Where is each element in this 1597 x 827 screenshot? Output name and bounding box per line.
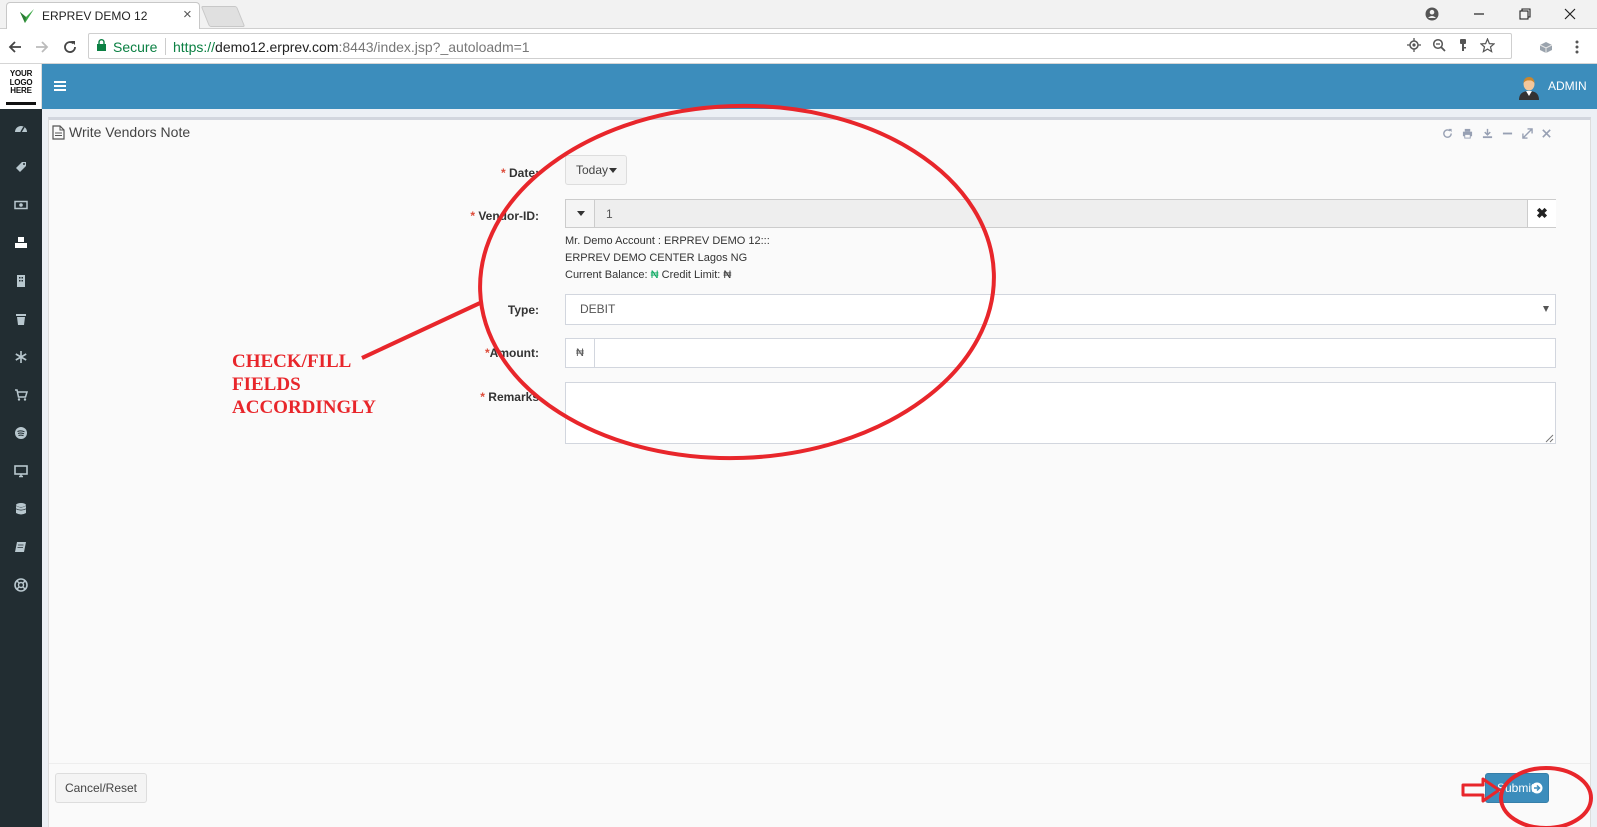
key-icon[interactable] <box>1454 38 1472 56</box>
sidebar-item-dashboard[interactable] <box>0 114 42 144</box>
sidebar-item-snowflake[interactable] <box>0 342 42 372</box>
hamburger-menu-icon[interactable] <box>52 77 70 95</box>
window-close-icon[interactable] <box>1548 3 1592 25</box>
panel-title: Write Vendors Note <box>69 124 191 140</box>
spotify-icon <box>15 427 27 439</box>
cubes-icon <box>15 237 27 248</box>
zoom-icon[interactable] <box>1430 38 1448 56</box>
panel-footer: Cancel/Reset Submit <box>49 763 1590 827</box>
address-bar[interactable]: Secure https://demo12.erprev.com:8443/in… <box>88 33 1512 59</box>
window-minimize-icon[interactable] <box>1457 3 1501 25</box>
forward-arrow-icon[interactable] <box>31 36 53 58</box>
erprev-favicon-icon <box>20 9 34 23</box>
building-icon <box>17 275 25 287</box>
money-icon <box>14 200 28 210</box>
vendor-info: Mr. Demo Account : ERPREV DEMO 12::: ERP… <box>565 233 770 284</box>
submit-button[interactable]: Submit <box>1485 773 1549 803</box>
credit-currency: ₦ <box>723 269 732 281</box>
user-avatar-icon[interactable] <box>1516 74 1542 100</box>
profile-icon[interactable] <box>1410 3 1454 25</box>
reload-icon[interactable] <box>59 36 81 58</box>
remarks-textarea[interactable] <box>565 382 1556 444</box>
submit-label: Submit <box>1497 781 1535 795</box>
vendor-info-name: Mr. Demo Account : ERPREV DEMO 12::: <box>565 235 770 247</box>
select-arrow-icon <box>1543 306 1549 312</box>
vendor-dropdown-button[interactable] <box>566 200 595 227</box>
sidebar <box>0 109 42 827</box>
refresh-icon[interactable] <box>1441 128 1454 141</box>
document-icon <box>52 125 65 140</box>
write-vendors-note-panel: Write Vendors Note * Date: Today * Vendo… <box>48 117 1591 827</box>
book-icon <box>15 542 26 552</box>
company-logo[interactable]: YOUR LOGO HERE <box>0 64 42 109</box>
browser-tabbar: ERPREV DEMO 12 × <box>0 0 1597 29</box>
desktop-icon <box>14 465 28 478</box>
cart-icon <box>15 389 28 401</box>
sidebar-item-trash[interactable] <box>0 304 42 334</box>
sidebar-item-desktop[interactable] <box>0 456 42 486</box>
sidebar-item-tags[interactable] <box>0 152 42 182</box>
tab-close-icon[interactable]: × <box>183 6 192 23</box>
content-area: Write Vendors Note * Date: Today * Vendo… <box>42 109 1597 827</box>
sidebar-item-book[interactable] <box>0 532 42 562</box>
vendor-id-select[interactable]: 1 ✖ <box>565 199 1556 228</box>
download-icon[interactable] <box>1481 128 1494 141</box>
sidebar-item-building[interactable] <box>0 266 42 296</box>
browser-tab-active[interactable]: ERPREV DEMO 12 × <box>6 2 200 29</box>
address-separator <box>165 38 166 55</box>
caret-down-icon <box>609 168 618 174</box>
date-today-button[interactable]: Today <box>565 155 627 185</box>
trash-icon <box>16 314 26 325</box>
logo-underline <box>6 102 36 105</box>
close-icon[interactable] <box>1540 128 1553 141</box>
tab-title: ERPREV DEMO 12 <box>42 9 148 23</box>
caret-down-icon <box>576 211 585 216</box>
type-select[interactable]: DEBIT <box>565 294 1556 325</box>
vendor-id-label: * Vendor-ID: <box>470 209 539 223</box>
sidebar-item-spotify[interactable] <box>0 418 42 448</box>
expand-icon[interactable] <box>1521 128 1534 141</box>
sidebar-item-money[interactable] <box>0 190 42 220</box>
date-label: * Date: <box>500 166 539 180</box>
resize-grip-icon[interactable] <box>1545 434 1554 443</box>
vendor-id-value: 1 <box>606 207 613 221</box>
window-restore-icon[interactable] <box>1503 3 1547 25</box>
sidebar-item-cart[interactable] <box>0 380 42 410</box>
annotation-text: CHECK/FILL FIELDS ACCORDINGLY <box>232 351 376 418</box>
arrow-circle-right-icon <box>1531 782 1543 794</box>
amount-input[interactable] <box>596 339 1554 367</box>
lock-icon <box>97 39 106 51</box>
browser-menu-icon[interactable] <box>1566 36 1588 58</box>
extension-icon[interactable] <box>1535 36 1557 58</box>
type-selected-value: DEBIT <box>580 302 616 316</box>
minimize-icon[interactable] <box>1501 128 1514 141</box>
database-icon <box>15 503 27 515</box>
logo-text: YOUR LOGO HERE <box>9 69 33 95</box>
browser-toolbar: Secure https://demo12.erprev.com:8443/in… <box>0 29 1597 64</box>
secure-label: Secure <box>113 39 158 55</box>
cancel-reset-button[interactable]: Cancel/Reset <box>55 773 147 803</box>
new-tab-button[interactable] <box>200 6 246 27</box>
back-arrow-icon[interactable] <box>4 36 26 58</box>
snowflake-icon <box>15 351 27 363</box>
amount-currency-addon: ₦ <box>566 339 595 367</box>
vendor-clear-button[interactable]: ✖ <box>1527 200 1556 227</box>
sidebar-item-database[interactable] <box>0 494 42 524</box>
url-text: https://demo12.erprev.com:8443/index.jsp… <box>173 39 530 55</box>
location-icon[interactable] <box>1405 38 1423 56</box>
dashboard-icon <box>15 126 27 133</box>
sidebar-item-cubes[interactable] <box>0 228 42 258</box>
sidebar-item-support[interactable] <box>0 570 42 600</box>
tag-icon <box>16 162 26 172</box>
amount-group: ₦ <box>565 338 1556 368</box>
print-icon[interactable] <box>1461 128 1474 141</box>
balance-currency: ₦ <box>650 269 659 281</box>
app-header: YOUR LOGO HERE ADMIN <box>0 64 1597 109</box>
user-name-label[interactable]: ADMIN <box>1548 79 1587 93</box>
lifesaver-icon <box>14 578 28 592</box>
type-label: Type: <box>507 303 539 317</box>
vendor-balance-line: Current Balance: ₦ Credit Limit: ₦ <box>565 269 732 281</box>
vendor-info-address: ERPREV DEMO CENTER Lagos NG <box>565 252 748 264</box>
star-icon[interactable] <box>1478 37 1496 56</box>
